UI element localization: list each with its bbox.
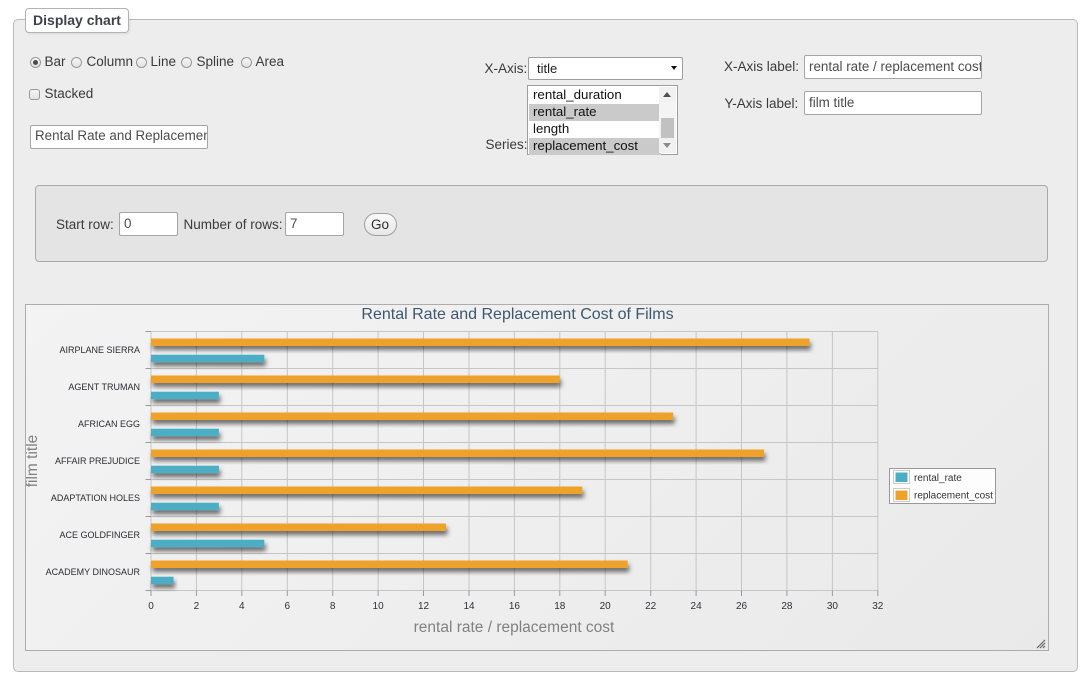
- svg-text:32: 32: [872, 601, 884, 612]
- svg-text:30: 30: [827, 601, 839, 612]
- svg-text:18: 18: [554, 601, 566, 612]
- svg-text:4: 4: [239, 601, 245, 612]
- svg-text:AIRPLANE SIERRA: AIRPLANE SIERRA: [59, 345, 140, 355]
- svg-text:rental rate / replacement cost: rental rate / replacement cost: [414, 619, 615, 636]
- svg-text:AFFAIR PREJUDICE: AFFAIR PREJUDICE: [55, 456, 140, 466]
- svg-text:16: 16: [509, 601, 521, 612]
- svg-text:8: 8: [330, 601, 336, 612]
- svg-text:rental_rate: rental_rate: [914, 473, 962, 484]
- svg-text:28: 28: [781, 601, 793, 612]
- svg-text:2: 2: [194, 601, 200, 612]
- svg-text:6: 6: [285, 601, 291, 612]
- svg-text:0: 0: [148, 601, 154, 612]
- svg-text:22: 22: [645, 601, 657, 612]
- svg-text:20: 20: [600, 601, 612, 612]
- svg-text:film title: film title: [26, 435, 41, 488]
- svg-text:14: 14: [463, 601, 475, 612]
- svg-text:ACADEMY DINOSAUR: ACADEMY DINOSAUR: [46, 567, 141, 577]
- svg-text:10: 10: [373, 601, 385, 612]
- svg-text:AGENT TRUMAN: AGENT TRUMAN: [68, 382, 140, 392]
- svg-text:ADAPTATION HOLES: ADAPTATION HOLES: [51, 493, 140, 503]
- svg-text:Rental Rate and Replacement Co: Rental Rate and Replacement Cost of Film…: [361, 306, 673, 323]
- svg-text:replacement_cost: replacement_cost: [914, 491, 993, 502]
- svg-text:24: 24: [691, 601, 703, 612]
- svg-text:ACE GOLDFINGER: ACE GOLDFINGER: [59, 530, 140, 540]
- svg-text:AFRICAN EGG: AFRICAN EGG: [78, 419, 140, 429]
- svg-text:26: 26: [736, 601, 748, 612]
- svg-text:12: 12: [418, 601, 430, 612]
